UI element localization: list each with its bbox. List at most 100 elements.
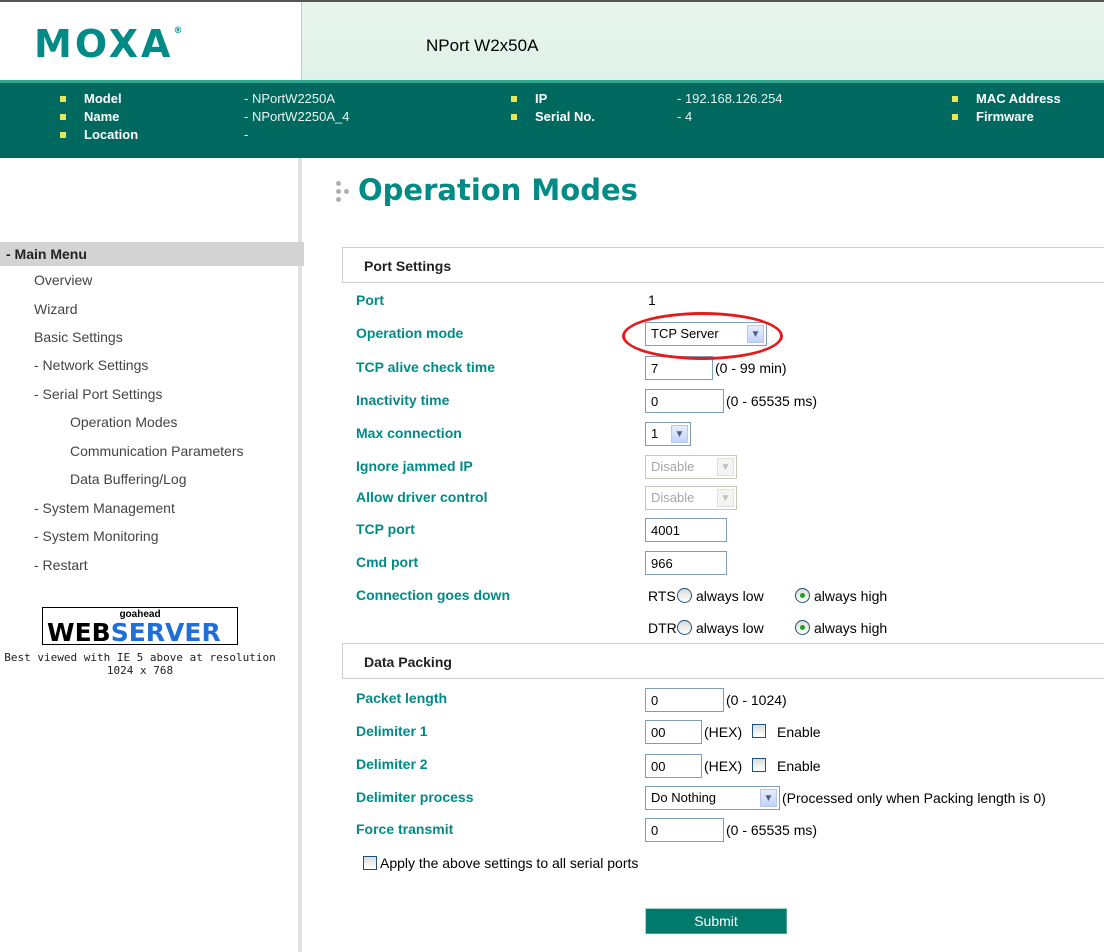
apply-all-ports-label: Apply the above settings to all serial p… bbox=[380, 855, 639, 871]
sidebar-item-restart[interactable]: - Restart bbox=[34, 555, 88, 575]
dtr-label: DTR bbox=[648, 620, 677, 636]
port-settings-title: Port Settings bbox=[364, 258, 452, 274]
info-serial-value: - 4 bbox=[677, 109, 693, 124]
packet-length-input[interactable] bbox=[645, 688, 724, 712]
inactivity-time-label: Inactivity time bbox=[356, 392, 450, 408]
port-value: 1 bbox=[648, 292, 656, 308]
badge-webserver-text: WEBSERVER bbox=[47, 618, 221, 647]
delimiter-2-hex-hint: (HEX) bbox=[704, 758, 743, 774]
info-location-label: Location bbox=[60, 126, 138, 144]
sidebar-item-data-buffering[interactable]: Data Buffering/Log bbox=[70, 469, 187, 489]
best-viewed-note: Best viewed with IE 5 above at resolutio… bbox=[4, 651, 276, 677]
info-model-value: - NPortW2250A bbox=[244, 91, 336, 106]
info-ip-label: IP bbox=[511, 90, 547, 108]
max-connection-select[interactable]: 1 ▼ bbox=[645, 422, 691, 446]
port-settings-section-header: Port Settings bbox=[342, 247, 1104, 283]
sidebar-item-network-settings[interactable]: - Network Settings bbox=[34, 355, 148, 375]
operation-mode-label: Operation mode bbox=[356, 325, 464, 341]
sidebar-item-basic-settings[interactable]: Basic Settings bbox=[34, 327, 123, 347]
dtr-always-low-label: always low bbox=[696, 620, 764, 636]
sidebar-item-system-monitoring[interactable]: - System Monitoring bbox=[34, 526, 158, 546]
sidebar-item-wizard[interactable]: Wizard bbox=[34, 299, 78, 319]
tcp-port-input[interactable] bbox=[645, 518, 727, 542]
connection-goes-down-label: Connection goes down bbox=[356, 587, 510, 603]
inactivity-time-input[interactable] bbox=[645, 389, 724, 413]
info-firmware-label: Firmware bbox=[952, 108, 1034, 126]
cmd-port-label: Cmd port bbox=[356, 554, 419, 570]
bullet-icon bbox=[952, 95, 958, 102]
inactivity-time-hint: (0 - 65535 ms) bbox=[726, 393, 818, 409]
sidebar-item-serial-port-settings[interactable]: - Serial Port Settings bbox=[34, 384, 162, 404]
bullet-icon bbox=[511, 113, 517, 120]
dtr-always-high-label: always high bbox=[814, 620, 888, 636]
moxa-logo: MOXA® bbox=[34, 22, 183, 66]
info-mac-label: MAC Address bbox=[952, 90, 1061, 108]
sidebar: - Main Menu Overview Wizard Basic Settin… bbox=[0, 158, 304, 952]
apply-all-ports-checkbox[interactable] bbox=[363, 856, 377, 870]
sidebar-item-communication-parameters[interactable]: Communication Parameters bbox=[70, 441, 244, 461]
rts-always-high-radio[interactable] bbox=[795, 588, 810, 603]
info-serial-label: Serial No. bbox=[511, 108, 595, 126]
delimiter-process-hint: (Processed only when Packing length is 0… bbox=[782, 790, 1046, 806]
ignore-jammed-ip-select: Disable ▼ bbox=[645, 455, 737, 479]
delimiter-process-select[interactable]: Do Nothing ▼ bbox=[645, 786, 780, 810]
allow-driver-control-select: Disable ▼ bbox=[645, 486, 737, 510]
chevron-down-icon: ▼ bbox=[717, 458, 734, 476]
bullet-icon bbox=[952, 113, 958, 120]
bullet-icon bbox=[60, 113, 66, 120]
info-model-label: Model bbox=[60, 90, 122, 108]
sidebar-item-system-management[interactable]: - System Management bbox=[34, 498, 175, 518]
dtr-always-high-radio[interactable] bbox=[795, 620, 810, 635]
data-packing-section-header: Data Packing bbox=[342, 643, 1104, 679]
tcp-alive-check-label: TCP alive check time bbox=[356, 359, 496, 375]
info-name-value: - NPortW2250A_4 bbox=[244, 109, 350, 124]
rts-label: RTS bbox=[648, 588, 676, 604]
max-connection-label: Max connection bbox=[356, 425, 462, 441]
product-bar: NPort W2x50A bbox=[302, 2, 1104, 80]
cmd-port-input[interactable] bbox=[645, 551, 727, 575]
delimiter-2-enable-label: Enable bbox=[777, 758, 821, 774]
dtr-always-low-radio[interactable] bbox=[677, 620, 692, 635]
rts-always-high-label: always high bbox=[814, 588, 888, 604]
title-dots-icon bbox=[336, 181, 356, 205]
bullet-icon bbox=[60, 95, 66, 102]
goahead-webserver-badge: goahead WEBSERVER bbox=[42, 607, 238, 647]
main-menu-header[interactable]: - Main Menu bbox=[0, 242, 304, 266]
packet-length-hint: (0 - 1024) bbox=[726, 692, 787, 708]
force-transmit-input[interactable] bbox=[645, 818, 724, 842]
chevron-down-icon: ▼ bbox=[717, 489, 734, 507]
delimiter-1-input[interactable] bbox=[645, 720, 702, 744]
sidebar-item-operation-modes[interactable]: Operation Modes bbox=[70, 412, 177, 432]
device-info-bar: Model - NPortW2250A Name - NPortW2250A_4… bbox=[0, 80, 1104, 158]
brand-area: MOXA® bbox=[0, 2, 302, 80]
allow-driver-control-label: Allow driver control bbox=[356, 489, 488, 505]
info-location-value: - bbox=[244, 127, 249, 142]
packet-length-label: Packet length bbox=[356, 690, 448, 706]
delimiter-1-enable-label: Enable bbox=[777, 724, 821, 740]
force-transmit-label: Force transmit bbox=[356, 821, 454, 837]
page-title-text: Operation Modes bbox=[358, 173, 638, 207]
sidebar-item-overview[interactable]: Overview bbox=[34, 270, 92, 290]
port-label: Port bbox=[356, 292, 384, 308]
ignore-jammed-ip-label: Ignore jammed IP bbox=[356, 458, 473, 474]
product-title: NPort W2x50A bbox=[426, 36, 539, 55]
rts-always-low-label: always low bbox=[696, 588, 764, 604]
delimiter-2-input[interactable] bbox=[645, 754, 702, 778]
submit-button[interactable]: Submit bbox=[645, 908, 787, 934]
delimiter-2-enable-checkbox[interactable] bbox=[752, 758, 766, 772]
force-transmit-hint: (0 - 65535 ms) bbox=[726, 822, 818, 838]
highlight-ellipse bbox=[622, 312, 783, 360]
delimiter-process-label: Delimiter process bbox=[356, 789, 474, 805]
delimiter-2-label: Delimiter 2 bbox=[356, 756, 428, 772]
info-ip-value: - 192.168.126.254 bbox=[677, 91, 783, 106]
rts-always-low-radio[interactable] bbox=[677, 588, 692, 603]
tcp-alive-check-hint: (0 - 99 min) bbox=[715, 360, 787, 376]
info-name-label: Name bbox=[60, 108, 119, 126]
tcp-port-label: TCP port bbox=[356, 521, 415, 537]
delimiter-1-label: Delimiter 1 bbox=[356, 723, 428, 739]
delimiter-1-hex-hint: (HEX) bbox=[704, 724, 743, 740]
bullet-icon bbox=[511, 95, 517, 102]
bullet-icon bbox=[60, 131, 66, 138]
delimiter-1-enable-checkbox[interactable] bbox=[752, 724, 766, 738]
chevron-down-icon: ▼ bbox=[760, 789, 777, 807]
